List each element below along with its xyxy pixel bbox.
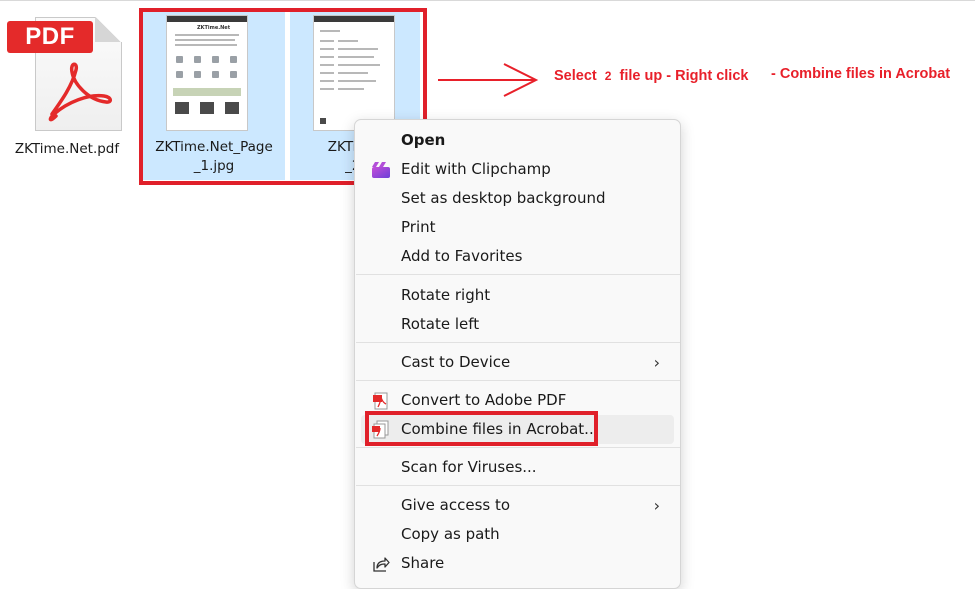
menu-item-cast-to-device[interactable]: Cast to Device › bbox=[361, 348, 674, 377]
annotation-arrow-icon bbox=[438, 63, 539, 97]
menu-item-edit-with-clipchamp[interactable]: Edit with Clipchamp bbox=[361, 155, 674, 184]
context-menu: Open Edit with Clipchamp Set as desktop … bbox=[354, 119, 681, 589]
pdf-badge: PDF bbox=[7, 21, 93, 53]
menu-item-set-as-desktop-background[interactable]: Set as desktop background bbox=[361, 184, 674, 213]
menu-item-add-to-favorites[interactable]: Add to Favorites bbox=[361, 242, 674, 271]
menu-item-scan-for-viruses[interactable]: Scan for Viruses... bbox=[361, 453, 674, 482]
pdf-file-icon: PDF bbox=[4, 12, 130, 134]
chevron-right-icon: › bbox=[653, 496, 660, 515]
annotation-text: Select 2 file up - Right click bbox=[554, 68, 749, 84]
menu-item-give-access-to[interactable]: Give access to › bbox=[361, 491, 674, 520]
clipchamp-icon bbox=[371, 160, 391, 180]
menu-separator bbox=[356, 342, 680, 343]
top-border bbox=[0, 0, 975, 1]
file-pdf[interactable]: PDF ZKTime.Net.pdf bbox=[4, 12, 130, 159]
combine-highlight-box bbox=[365, 411, 598, 446]
adobe-pdf-icon bbox=[371, 391, 391, 411]
share-icon bbox=[371, 554, 391, 574]
acrobat-swirl-icon bbox=[48, 62, 112, 122]
annotation-text-combine: - Combine files in Acrobat bbox=[771, 66, 951, 82]
chevron-right-icon: › bbox=[653, 353, 660, 372]
menu-item-share[interactable]: Share bbox=[361, 549, 674, 578]
menu-separator bbox=[356, 274, 680, 275]
menu-item-print[interactable]: Print bbox=[361, 213, 674, 242]
menu-separator bbox=[356, 447, 680, 448]
menu-separator bbox=[356, 380, 680, 381]
menu-separator bbox=[356, 485, 680, 486]
menu-item-open[interactable]: Open bbox=[361, 126, 674, 155]
menu-item-rotate-right[interactable]: Rotate right bbox=[361, 281, 674, 310]
file-name: ZKTime.Net.pdf bbox=[14, 141, 120, 157]
menu-item-rotate-left[interactable]: Rotate left bbox=[361, 310, 674, 339]
menu-item-copy-as-path[interactable]: Copy as path bbox=[361, 520, 674, 549]
